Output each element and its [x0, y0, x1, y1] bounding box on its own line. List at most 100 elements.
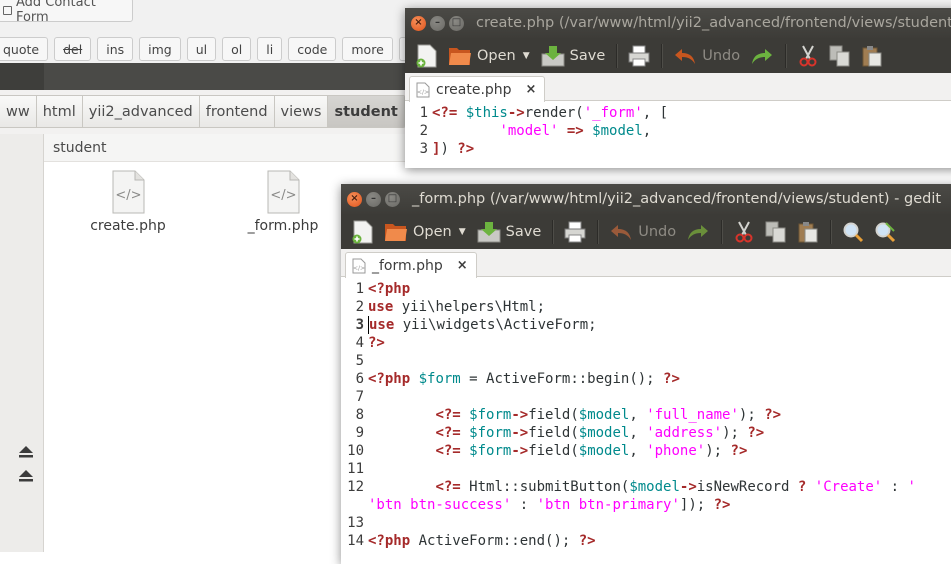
add-contact-form-button[interactable]: Add Contact Form — [0, 0, 133, 25]
print-button[interactable] — [623, 38, 655, 73]
code-text: <?php $form = ActiveForm::begin(); ?> — [368, 370, 680, 388]
code-token: 'btn btn-primary' — [536, 497, 680, 513]
code-token: ?> — [578, 533, 596, 549]
open-button[interactable]: Open — [379, 214, 457, 249]
recent-files-dropdown-icon[interactable]: ▼ — [521, 51, 536, 61]
code-token: ?> — [764, 407, 782, 423]
code-text: <?php ActiveForm::end(); ?> — [368, 532, 596, 550]
paste-icon — [862, 45, 882, 66]
file-label: create.php — [90, 218, 166, 234]
toolbar-separator — [597, 219, 599, 244]
close-tab-icon[interactable]: × — [526, 82, 537, 97]
undo-button[interactable]: Undo — [604, 214, 681, 249]
open-label: Open — [413, 223, 452, 240]
redo-button[interactable] — [681, 214, 715, 249]
quicktag-quote-button[interactable]: quote — [0, 37, 49, 61]
quicktag-li-button[interactable]: li — [257, 37, 283, 61]
close-window-button[interactable]: × — [347, 191, 362, 207]
maximize-window-button[interactable]: □ — [449, 15, 464, 31]
breadcrumb-yii2-advanced[interactable]: yii2_advanced — [82, 96, 200, 127]
breadcrumb-html[interactable]: html — [36, 96, 83, 127]
line-number: 6 — [355, 371, 364, 387]
paste-button[interactable] — [856, 38, 888, 73]
code-editor-create-php[interactable]: 1 <?= $this->render('_form', [2 'model' =… — [405, 101, 951, 158]
line-number: 13 — [347, 515, 364, 531]
new-document-button[interactable] — [411, 38, 443, 73]
code-line: 2 use yii\helpers\Html; — [341, 298, 951, 316]
quicktag-code-button[interactable]: code — [288, 37, 337, 61]
code-text: use yii\helpers\Html; — [368, 298, 545, 316]
close-window-button[interactable]: × — [411, 15, 426, 31]
quicktag-img-button[interactable]: img — [139, 37, 181, 61]
copy-button[interactable] — [824, 38, 856, 73]
undo-button[interactable]: Undo — [668, 38, 745, 73]
quicktag-del-button[interactable]: del — [54, 37, 92, 61]
print-icon — [628, 45, 650, 66]
code-text: <?= $this->render('_form', [ — [432, 104, 668, 122]
minimize-window-button[interactable]: – — [430, 15, 445, 31]
breadcrumb-ww[interactable]: ww — [0, 96, 37, 127]
quicktag-ul-button[interactable]: ul — [186, 37, 217, 61]
tab-create-php[interactable]: </> create.php × — [409, 76, 546, 102]
file-item-create-php[interactable]: </> create.php — [78, 170, 178, 234]
new-document-button[interactable] — [347, 214, 379, 249]
breadcrumb-frontend[interactable]: frontend — [199, 96, 275, 127]
recent-files-dropdown-icon[interactable]: ▼ — [457, 227, 472, 237]
file-item-form-php[interactable]: </> _form.php — [233, 170, 333, 234]
code-editor-form-php[interactable]: 1 <?php 2 use yii\helpers\Html; 3 use yii\wid… — [341, 277, 951, 550]
code-text: ]) ?> — [432, 140, 474, 158]
redo-button[interactable] — [745, 38, 779, 73]
code-token: use — [369, 317, 395, 333]
undo-label: Undo — [638, 223, 677, 240]
paste-button[interactable] — [792, 214, 824, 249]
close-tab-icon[interactable]: × — [457, 258, 468, 273]
code-token: -> — [511, 407, 529, 423]
breadcrumb-views[interactable]: views — [274, 96, 329, 127]
open-button[interactable]: Open — [443, 38, 521, 73]
minimize-window-button[interactable]: – — [366, 191, 381, 207]
code-token: : — [511, 497, 537, 513]
cut-button[interactable] — [728, 214, 760, 249]
code-token: field( — [528, 407, 579, 423]
code-token: <?= — [435, 479, 461, 495]
save-button[interactable]: Save — [536, 38, 611, 73]
code-token: : — [882, 479, 908, 495]
print-button[interactable] — [559, 214, 591, 249]
svg-text:</>: </> — [270, 188, 296, 203]
document-icon: </> — [352, 258, 366, 273]
save-icon — [477, 221, 501, 242]
gedit-window-create-php: × – □ create.php (/var/www/html/yii2_adv… — [405, 8, 951, 168]
line-number: 5 — [355, 353, 364, 369]
breadcrumb-student[interactable]: student — [328, 96, 405, 127]
line-number: 11 — [347, 461, 364, 477]
eject-icon[interactable] — [18, 445, 34, 459]
new-document-icon — [352, 220, 373, 243]
code-token: ); — [722, 425, 748, 441]
quicktag-ins-button[interactable]: ins — [97, 37, 134, 61]
search-replace-button[interactable] — [869, 214, 901, 249]
window-titlebar: × – □ create.php (/var/www/html/yii2_adv… — [405, 8, 951, 38]
paste-icon — [798, 221, 818, 242]
save-button[interactable]: Save — [472, 214, 547, 249]
code-line: 1 <?= $this->render('_form', [ — [405, 104, 951, 122]
maximize-window-button[interactable]: □ — [385, 191, 400, 207]
code-line: 'btn btn-success' : 'btn btn-primary']);… — [341, 496, 951, 514]
code-token: render( — [524, 105, 584, 121]
code-token: 'btn btn-success' — [368, 497, 512, 513]
quicktag-ol-button[interactable]: ol — [222, 37, 252, 61]
code-text: ?> — [368, 334, 385, 352]
eject-icon[interactable] — [18, 469, 34, 483]
undo-icon — [611, 224, 632, 240]
code-token: yii\helpers\Html; — [393, 299, 546, 315]
svg-text:</>: </> — [353, 265, 365, 272]
cut-button[interactable] — [792, 38, 824, 73]
quicktag-more-button[interactable]: more — [342, 37, 393, 61]
code-token: , — [642, 123, 652, 139]
code-token: ' — [907, 479, 916, 495]
tab-form-php[interactable]: </> _form.php × — [345, 252, 477, 278]
search-button[interactable] — [837, 214, 869, 249]
save-label: Save — [569, 47, 606, 64]
copy-button[interactable] — [760, 214, 792, 249]
